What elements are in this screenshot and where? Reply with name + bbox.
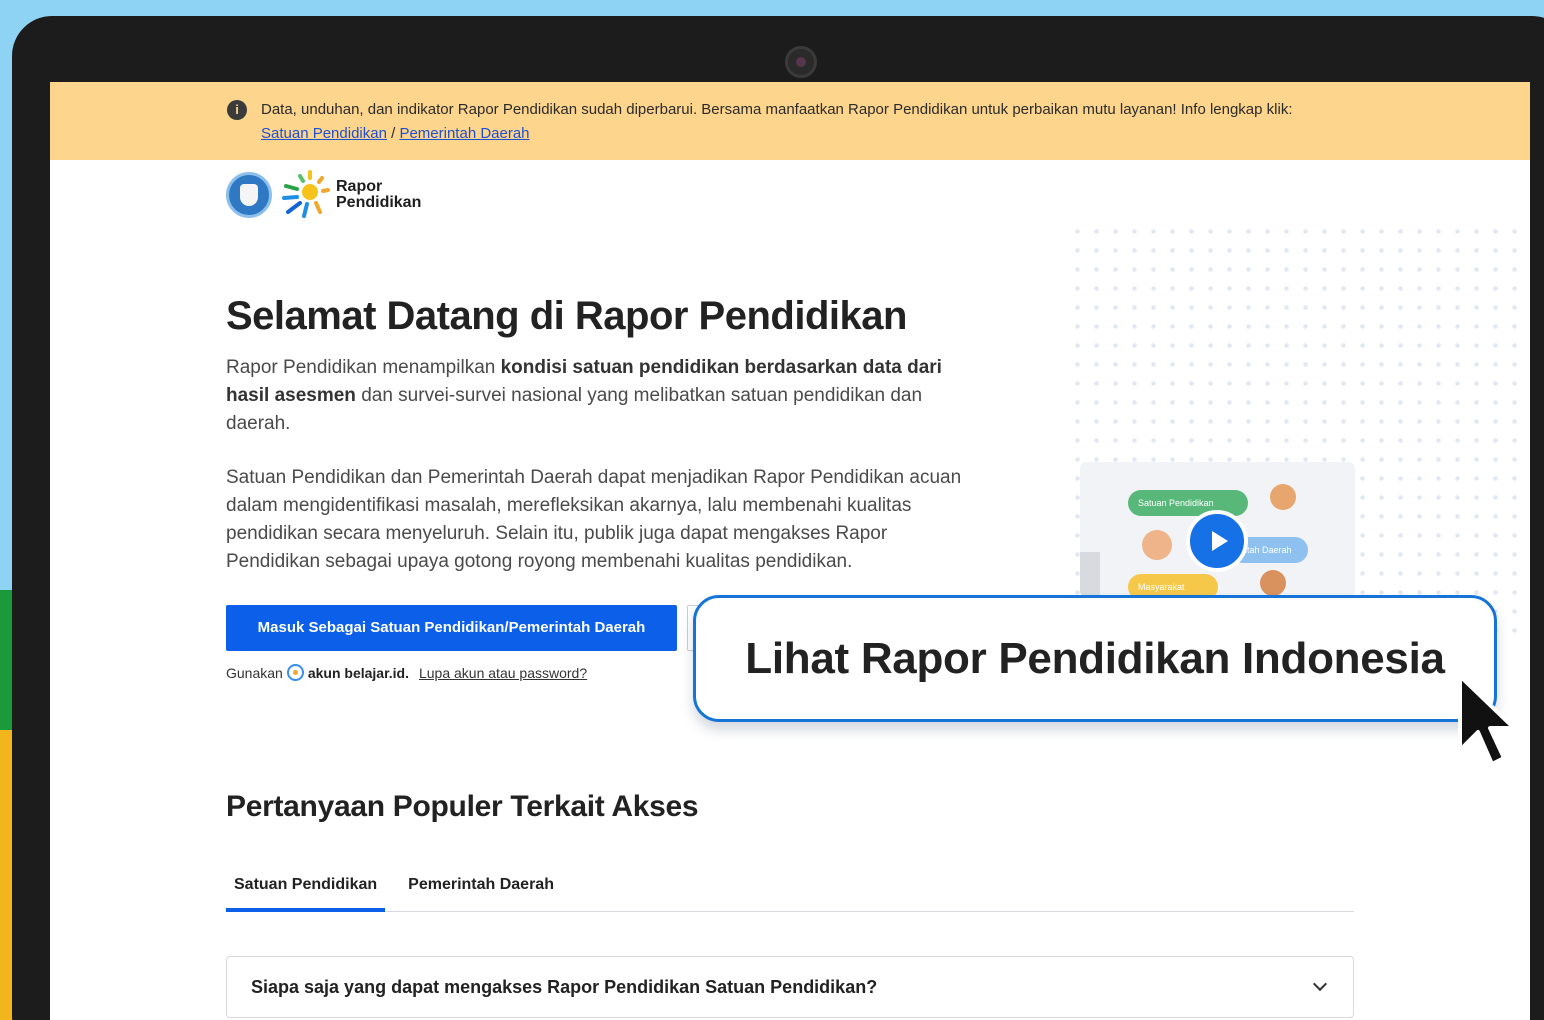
play-icon [1211, 531, 1228, 551]
tab-pemerintah-daerah[interactable]: Pemerintah Daerah [400, 870, 562, 912]
play-video-button[interactable] [1186, 510, 1248, 572]
forgot-account-link[interactable]: Lupa akun atau password? [419, 665, 587, 681]
faq-tabs: Satuan Pendidikan Pemerintah Daerah [226, 870, 1354, 912]
tut-wuri-emblem-icon [226, 172, 272, 218]
logo-line2: Pendidikan [336, 194, 422, 211]
building-illustration [1080, 552, 1100, 597]
banner-link-pemda[interactable]: Pemerintah Daerah [399, 125, 529, 142]
banner-message: Data, unduhan, dan indikator Rapor Pendi… [261, 101, 1293, 118]
banner-text: Data, unduhan, dan indikator Rapor Pendi… [261, 98, 1341, 146]
login-hint: Gunakan akun belajar.id. Lupa akun atau … [226, 664, 587, 681]
faq-title: Pertanyaan Populer Terkait Akses [226, 790, 699, 823]
banner-link-satuan[interactable]: Satuan Pendidikan [261, 125, 387, 142]
person-illustration [1270, 484, 1296, 510]
person-illustration [1260, 570, 1286, 596]
page-title: Selamat Datang di Rapor Pendidikan [226, 294, 907, 338]
belajar-id-icon [286, 664, 304, 681]
hero-paragraph-2: Satuan Pendidikan dan Pemerintah Daerah … [226, 467, 962, 572]
callout-label: Lihat Rapor Pendidikan Indonesia [745, 633, 1445, 683]
hint-prefix: Gunakan [226, 664, 283, 681]
hero-paragraph-1: Rapor Pendidikan menampilkan kondisi sat… [226, 354, 986, 438]
person-illustration [1142, 530, 1172, 560]
logo-wordmark: Rapor Pendidikan [336, 179, 421, 211]
webcam-icon [785, 46, 817, 78]
mouse-cursor-icon [1458, 674, 1516, 766]
browser-viewport: i Data, unduhan, dan indikator Rapor Pen… [50, 82, 1530, 1020]
faq-question: Siapa saja yang dapat mengakses Rapor Pe… [251, 977, 878, 997]
video-pill-masyarakat: Masyarakat [1128, 574, 1218, 597]
logo-line1: Rapor [336, 178, 383, 195]
site-logo[interactable]: Rapor Pendidikan [226, 170, 421, 220]
login-button[interactable]: Masuk Sebagai Satuan Pendidikan/Pemerint… [226, 605, 677, 651]
banner-separator: / [386, 125, 400, 142]
info-icon: i [227, 100, 247, 120]
tab-satuan-pendidikan[interactable]: Satuan Pendidikan [226, 870, 386, 912]
view-indonesia-callout[interactable]: Lihat Rapor Pendidikan Indonesia [693, 595, 1497, 722]
faq-accordion-item[interactable]: Siapa saja yang dapat mengakses Rapor Pe… [226, 956, 1354, 1018]
chevron-down-icon [1312, 976, 1328, 992]
update-banner: i Data, unduhan, dan indikator Rapor Pen… [50, 82, 1530, 160]
sun-logo-icon [282, 170, 330, 218]
hint-account: akun belajar.id. [307, 664, 409, 681]
p1-text-a: Rapor Pendidikan menampilkan [226, 357, 501, 378]
